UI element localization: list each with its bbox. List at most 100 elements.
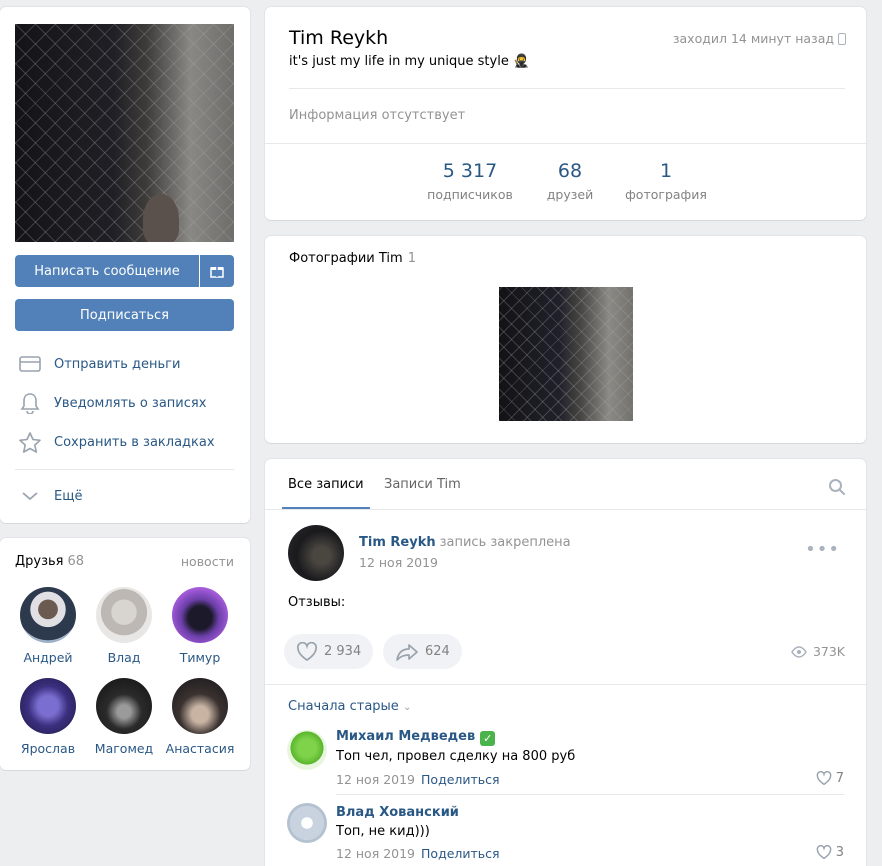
photos-counter[interactable]: 1 фотография	[622, 160, 710, 202]
photo-detail	[143, 194, 179, 242]
avatar	[172, 678, 228, 734]
sort-label: Сначала старые	[288, 699, 399, 714]
card-icon	[19, 356, 41, 372]
more-options-icon[interactable]: •••	[805, 539, 840, 560]
heart-icon	[296, 641, 318, 661]
counters-divider	[265, 143, 866, 144]
more-link[interactable]: Ещё	[18, 484, 82, 508]
avatar[interactable]	[288, 525, 344, 581]
search-icon[interactable]	[828, 478, 846, 500]
gift-button[interactable]	[200, 255, 234, 287]
avatar	[20, 587, 76, 643]
photos-title-label: Фотографии Tim	[289, 251, 403, 266]
send-message-button[interactable]: Написать сообщение	[15, 255, 199, 287]
followers-counter[interactable]: 5 317 подписчиков	[426, 160, 514, 202]
user-status: it's just my life in my unique style 🥷	[289, 54, 530, 69]
post-author: Tim Reykh запись закреплена	[359, 535, 571, 550]
wall-card: Все записи Записи Tim Tim Reykh запись за…	[265, 459, 866, 866]
last-seen: заходил 14 минут назад	[672, 31, 834, 46]
header-divider	[289, 88, 845, 89]
check-mark-emoji: ✓	[480, 731, 496, 746]
friend-item[interactable]: Влад	[86, 587, 162, 665]
profile-card: Написать сообщение Подписаться Отправить…	[0, 7, 250, 523]
send-money-label: Отправить деньги	[54, 356, 181, 372]
followers-count: 5 317	[442, 160, 498, 182]
avatar	[96, 587, 152, 643]
avatar[interactable]	[287, 730, 327, 770]
share-icon	[396, 643, 418, 661]
comment-author[interactable]: Влад Хованский	[336, 805, 459, 820]
avatar	[172, 587, 228, 643]
comment-date[interactable]: 12 ноя 2019	[336, 846, 415, 861]
heart-icon	[816, 845, 832, 860]
friends-title[interactable]: Друзья 68	[15, 554, 84, 569]
photos-counter-value: 1	[659, 160, 673, 182]
sort-comments-dropdown[interactable]: Сначала старые ⌄	[288, 699, 411, 714]
comment-divider	[336, 794, 844, 795]
post-author-name[interactable]: Tim Reykh	[359, 535, 436, 550]
gift-icon	[210, 267, 224, 278]
post-text: Отзывы:	[288, 595, 346, 610]
friend-name: Анастасия	[165, 741, 235, 756]
chevron-down-icon: ⌄	[402, 702, 412, 713]
info-absent: Информация отсутствует	[289, 108, 466, 123]
profile-photo[interactable]	[15, 24, 234, 242]
tab-all-posts[interactable]: Все записи	[288, 477, 364, 492]
tabs-divider	[265, 509, 866, 510]
comment-meta: 12 ноя 2019 Поделиться	[336, 772, 500, 787]
friend-name: Ярослав	[20, 741, 76, 756]
friends-counter-value: 68	[557, 160, 583, 182]
comment-date[interactable]: 12 ноя 2019	[336, 772, 415, 787]
notify-posts-label: Уведомлять о записях	[54, 395, 207, 411]
photos-count: 1	[407, 251, 416, 266]
comment-like-count: 3	[835, 845, 844, 860]
save-bookmarks-label: Сохранить в закладках	[54, 434, 215, 450]
friend-item[interactable]: Ярослав	[10, 678, 86, 756]
friends-news-link[interactable]: новости	[181, 554, 234, 569]
comment-meta: 12 ноя 2019 Поделиться	[336, 846, 500, 861]
comment-share-link[interactable]: Поделиться	[421, 772, 500, 787]
friend-item[interactable]: Магомед	[86, 678, 162, 756]
comment-like-button[interactable]: 7	[816, 771, 844, 786]
comment-share-link[interactable]: Поделиться	[421, 846, 500, 861]
avatar[interactable]	[287, 803, 327, 843]
subscribe-button[interactable]: Подписаться	[15, 299, 234, 331]
friend-item[interactable]: Тимур	[162, 587, 238, 665]
friend-name: Магомед	[94, 741, 154, 756]
avatar	[96, 678, 152, 734]
friends-card: Друзья 68 новости Андрей Влад Тимур Яросл…	[0, 538, 250, 770]
menu-divider	[15, 469, 234, 470]
comment-text: Топ чел, провел сделку на 800 руб	[336, 749, 576, 764]
friend-item[interactable]: Андрей	[10, 587, 86, 665]
photos-title[interactable]: Фотографии Tim 1	[289, 251, 416, 266]
notify-posts-link[interactable]: Уведомлять о записях	[18, 391, 206, 415]
friend-name: Влад	[107, 650, 141, 665]
followers-label: подписчиков	[427, 187, 513, 202]
comment-like-button[interactable]: 3	[816, 845, 844, 860]
comment-text: Топ, не кид)))	[336, 824, 430, 839]
page-title: Tim Reykh	[289, 27, 389, 49]
send-money-link[interactable]: Отправить деньги	[18, 352, 180, 376]
friends-count: 68	[67, 554, 85, 569]
eye-icon	[791, 645, 807, 658]
views-count: 373K	[812, 644, 845, 659]
comment-author[interactable]: Михаил Медведев ✓	[336, 729, 496, 746]
share-button[interactable]: 624	[383, 634, 462, 669]
pinned-label: запись закреплена	[439, 535, 571, 550]
photo-thumbnail[interactable]	[499, 287, 633, 421]
avatar	[20, 678, 76, 734]
share-count: 624	[425, 644, 450, 659]
like-count: 2 934	[324, 644, 362, 659]
post-date[interactable]: 12 ноя 2019	[359, 555, 438, 570]
friend-item[interactable]: Анастасия	[162, 678, 238, 756]
save-bookmarks-link[interactable]: Сохранить в закладках	[18, 430, 215, 454]
friends-counter[interactable]: 68 друзей	[540, 160, 600, 202]
views-counter: 373K	[791, 644, 845, 659]
bell-icon	[20, 393, 40, 414]
star-icon	[19, 432, 41, 453]
tab-own-posts[interactable]: Записи Tim	[384, 477, 461, 492]
like-button[interactable]: 2 934	[284, 634, 374, 669]
friends-counter-label: друзей	[546, 187, 594, 202]
photos-counter-label: фотография	[625, 187, 707, 202]
friend-name: Тимур	[179, 650, 221, 665]
